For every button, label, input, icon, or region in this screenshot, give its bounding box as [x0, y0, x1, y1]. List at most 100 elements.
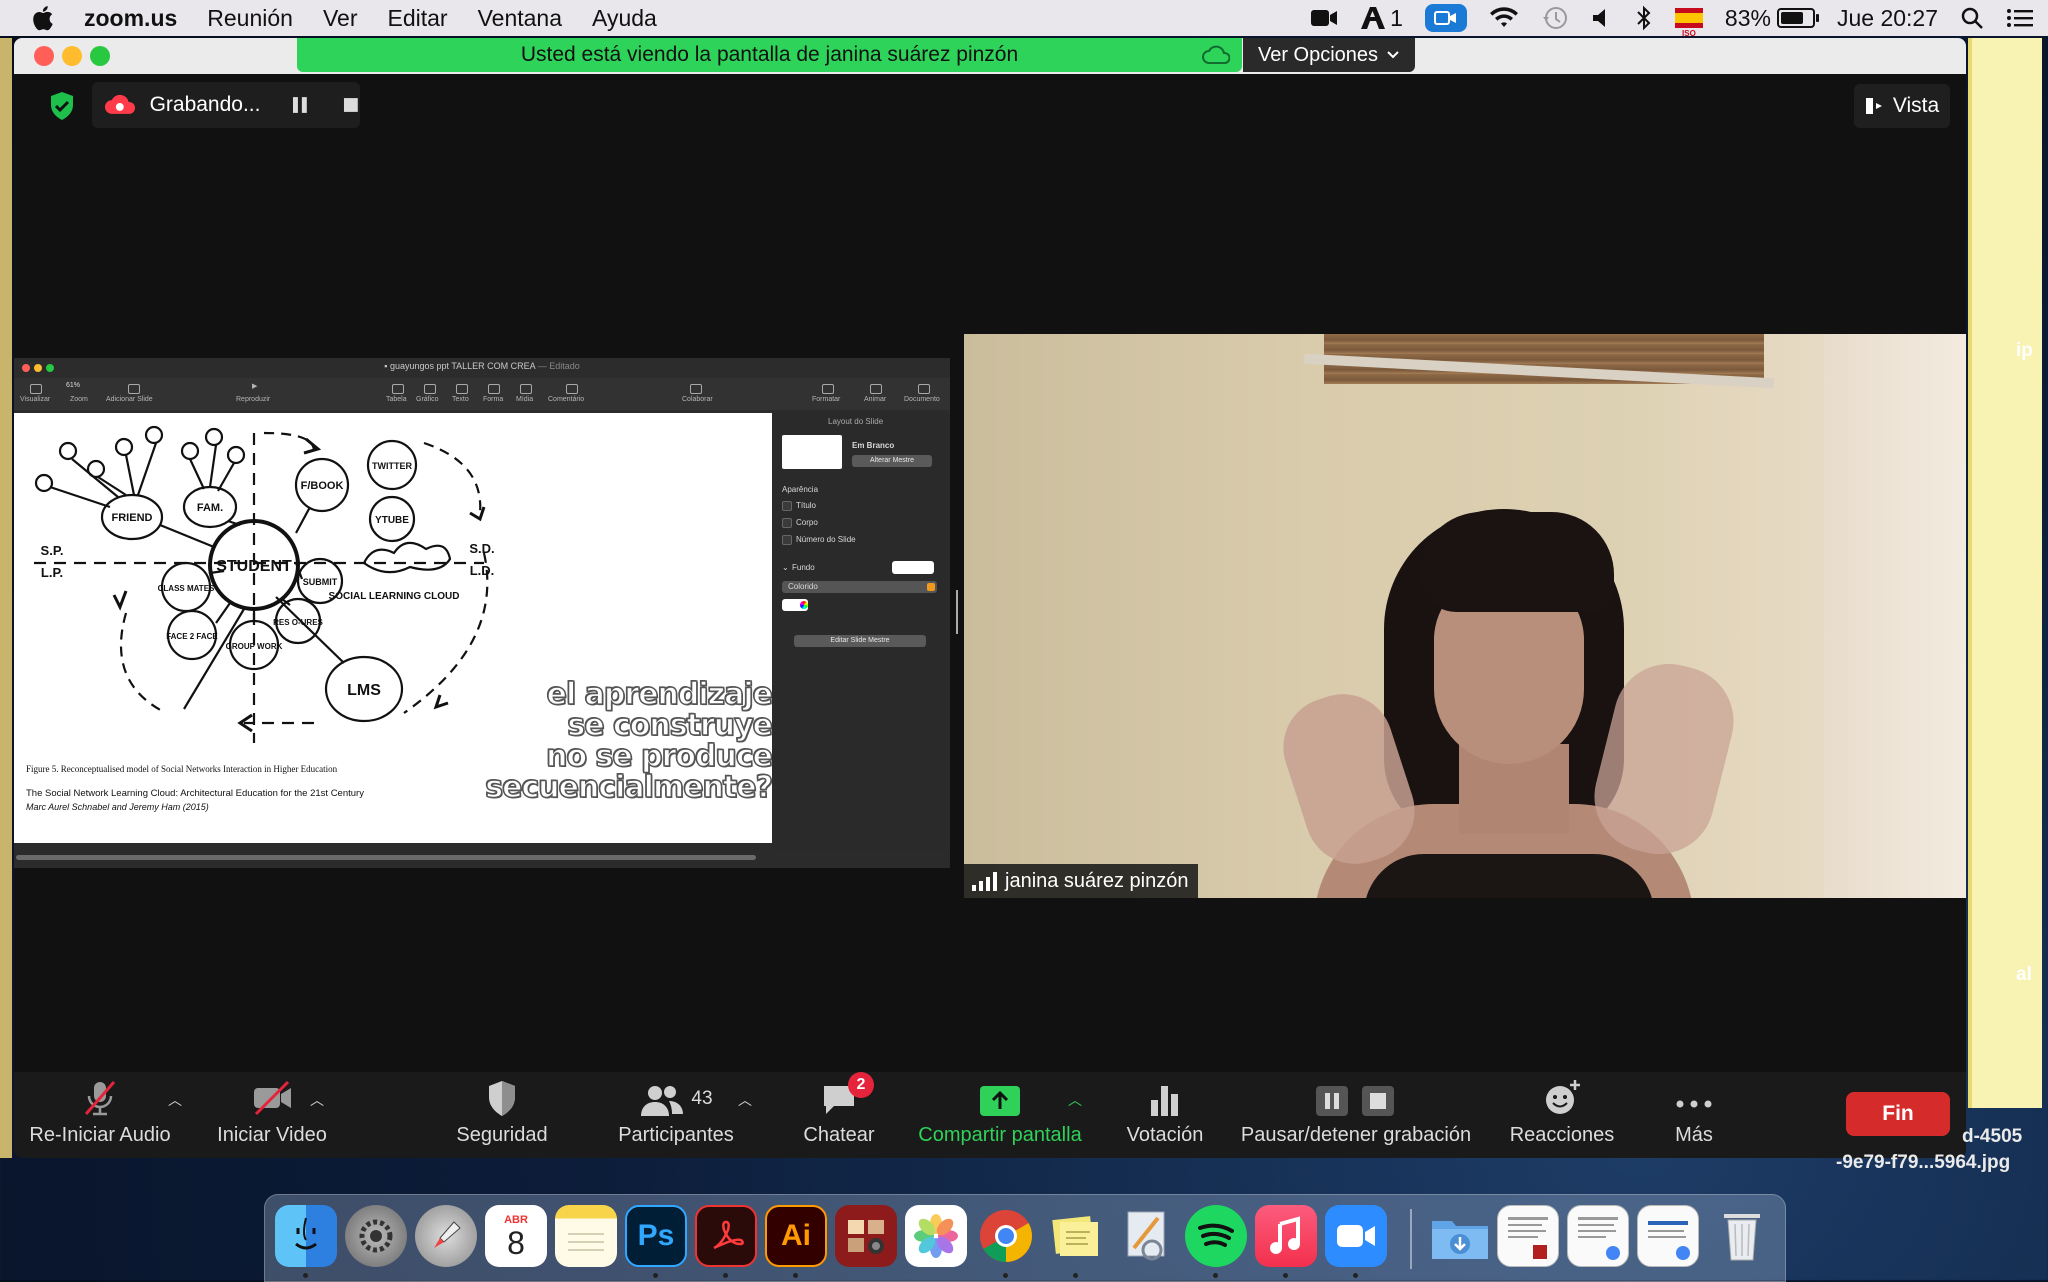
fill-type-select[interactable]: Colorido — [782, 581, 937, 593]
acrobat-running-dot — [723, 1273, 728, 1278]
video-button[interactable]: Iniciar Video — [202, 1072, 342, 1158]
share-screen-icon — [979, 1072, 1021, 1118]
notification-center-icon[interactable] — [2006, 7, 2034, 29]
pause-stop-recording-label: Pausar/detener grabación — [1240, 1124, 1472, 1146]
polling-button[interactable]: Votación — [1108, 1072, 1222, 1158]
app-menu-zoom[interactable]: zoom.us — [84, 5, 177, 32]
chevron-down-icon[interactable]: ⌄ — [782, 563, 789, 572]
spotify-icon[interactable] — [1185, 1205, 1247, 1267]
finder-icon[interactable] — [275, 1205, 337, 1267]
desktop-file-name-line-1[interactable]: d-4505 — [1962, 1126, 2022, 1148]
document-thumbnail-3[interactable] — [1637, 1205, 1699, 1267]
photoshop-icon[interactable]: Ps — [625, 1205, 687, 1267]
minimize-window-button[interactable] — [62, 46, 82, 66]
participants-options-caret[interactable]: ︿ — [738, 1090, 752, 1110]
trash-icon[interactable] — [1711, 1205, 1773, 1267]
layout-thumbnail[interactable] — [782, 435, 842, 469]
diagram-label-friend: FRIEND — [112, 512, 153, 524]
notes-icon[interactable] — [555, 1205, 617, 1267]
view-options-button[interactable]: Ver Opciones — [1243, 38, 1415, 72]
chrome-icon[interactable] — [975, 1205, 1037, 1267]
illustrator-label: Ai — [781, 1219, 811, 1252]
table-icon — [392, 384, 404, 394]
chat-button[interactable]: 2 Chatear — [784, 1072, 894, 1158]
comment-icon — [566, 384, 578, 394]
zoom-icon[interactable] — [1325, 1205, 1387, 1267]
animate-icon — [870, 384, 882, 394]
music-icon[interactable] — [1255, 1205, 1317, 1267]
view-layout-label: Vista — [1892, 94, 1940, 117]
diagram-label-lp: L.P. — [41, 565, 63, 580]
more-button[interactable]: Más — [1646, 1072, 1742, 1158]
horizontal-scrollbar[interactable] — [14, 850, 950, 864]
reactions-button[interactable]: Reacciones — [1492, 1072, 1632, 1158]
clock[interactable]: Jue 20:27 — [1837, 5, 1938, 32]
bluetooth-icon[interactable] — [1635, 5, 1653, 31]
slide-number-checkbox[interactable] — [782, 535, 792, 545]
menu-editar[interactable]: Editar — [388, 5, 448, 32]
downloads-folder-icon[interactable] — [1429, 1205, 1491, 1267]
recording-label: Grabando... — [149, 93, 261, 116]
polling-button-label: Votación — [1126, 1124, 1204, 1146]
spotlight-search-icon[interactable] — [1960, 6, 1984, 30]
diagram-label-ytube: YTUBE — [375, 515, 409, 526]
pause-stop-recording-button[interactable]: Pausar/detener grabación — [1228, 1072, 1484, 1158]
desktop-file-name-line-2[interactable]: -9e79-f79...5964.jpg — [1836, 1152, 2010, 1174]
shared-screen[interactable]: ▪ guayungos ppt TALLER COM CREA — Editad… — [14, 358, 950, 868]
share-screen-button[interactable]: Compartir pantalla — [900, 1072, 1100, 1158]
menu-ventana[interactable]: Ventana — [478, 5, 562, 32]
photos-icon[interactable] — [905, 1205, 967, 1267]
calendar-icon[interactable]: ABR 8 — [485, 1205, 547, 1267]
stop-recording-icon[interactable] — [342, 96, 360, 114]
stickies-icon[interactable] — [1045, 1205, 1107, 1267]
fullscreen-window-button[interactable] — [90, 46, 110, 66]
video-options-caret[interactable]: ︿ — [310, 1090, 324, 1110]
end-meeting-button[interactable]: Fin — [1846, 1092, 1950, 1136]
battery-status[interactable]: 83% — [1725, 5, 1819, 32]
zoom-status-icon[interactable] — [1424, 4, 1467, 32]
acrobat-icon[interactable] — [695, 1205, 757, 1267]
edit-master-slide-button[interactable]: Editar Slide Mestre — [794, 635, 926, 647]
chat-icon-wrap: 2 — [820, 1072, 874, 1118]
body-checkbox[interactable] — [782, 518, 792, 528]
preview-icon[interactable] — [1115, 1205, 1177, 1267]
pause-recording-icon[interactable] — [292, 96, 308, 114]
diagram-label-fam: FAM. — [197, 502, 223, 514]
menu-reunion[interactable]: Reunión — [207, 5, 293, 32]
menu-ver[interactable]: Ver — [323, 5, 358, 32]
change-master-button[interactable]: Alterar Mestre — [852, 455, 932, 467]
launchpad-icon[interactable] — [415, 1205, 477, 1267]
background-text-2: al — [2016, 964, 2032, 985]
view-layout-button[interactable]: Vista — [1854, 84, 1950, 128]
wifi-icon[interactable] — [1489, 7, 1519, 29]
apple-icon[interactable] — [30, 4, 62, 32]
volume-icon[interactable] — [1591, 7, 1613, 29]
speaker-name: janina suárez pinzón — [1005, 869, 1189, 892]
background-color-well[interactable] — [892, 561, 934, 574]
close-window-button[interactable] — [34, 46, 54, 66]
audio-button[interactable]: Re-Iniciar Audio — [29, 1072, 171, 1158]
video-camera-status-icon[interactable] — [1310, 7, 1338, 29]
speaker-video[interactable]: janina suárez pinzón — [964, 334, 1966, 898]
time-machine-icon[interactable] — [1541, 5, 1569, 31]
title-checkbox[interactable] — [782, 501, 792, 511]
photo-booth-icon[interactable] — [835, 1205, 897, 1267]
participants-button[interactable]: 43 Participantes — [596, 1072, 756, 1158]
color-wheel-icon[interactable] — [800, 601, 808, 609]
document-thumbnail-2[interactable] — [1567, 1205, 1629, 1267]
document-thumbnail-1[interactable] — [1497, 1205, 1559, 1267]
slide-quote: el aprendizaje se construye no se produc… — [412, 678, 772, 804]
encryption-shield-icon[interactable] — [48, 90, 76, 127]
input-source-flag-icon[interactable]: ISO — [1674, 8, 1703, 38]
audio-options-caret[interactable]: ︿ — [168, 1090, 182, 1110]
adobe-status-icon[interactable]: 1 — [1360, 5, 1403, 32]
system-preferences-icon[interactable] — [345, 1205, 407, 1267]
illustrator-icon[interactable]: Ai — [765, 1205, 827, 1267]
share-options-caret[interactable]: ︿ — [1068, 1090, 1082, 1110]
scrollbar-thumb[interactable] — [16, 855, 756, 860]
background-window-edge — [0, 38, 12, 1158]
dock: ABR 8 Ps Ai — [264, 1194, 1786, 1282]
menu-ayuda[interactable]: Ayuda — [592, 5, 657, 32]
security-button[interactable]: Seguridad — [440, 1072, 564, 1158]
play-icon: ▶ — [252, 383, 258, 390]
